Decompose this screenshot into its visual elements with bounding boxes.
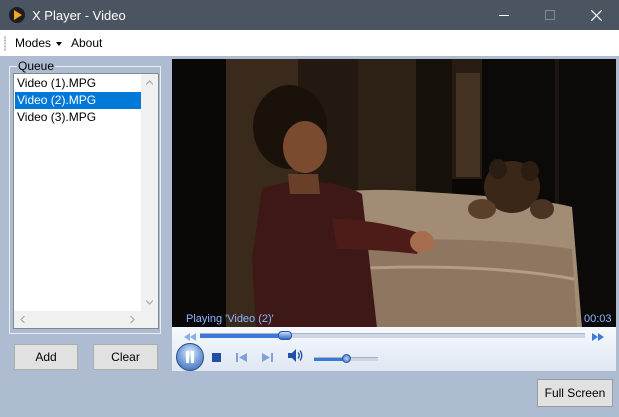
pause-icon [186, 351, 194, 363]
scroll-up-icon[interactable] [141, 74, 158, 91]
menu-about[interactable]: About [71, 36, 102, 50]
playback-status: Playing 'Video (2)' [186, 313, 274, 325]
pause-button[interactable] [176, 343, 204, 371]
close-icon [590, 9, 602, 21]
volume-handle[interactable] [341, 354, 351, 363]
seek-progress [200, 334, 285, 338]
app-play-icon [9, 7, 25, 23]
menu-modes-label: Modes [15, 36, 52, 50]
scroll-right-icon[interactable] [124, 311, 141, 328]
add-button[interactable]: Add [14, 344, 78, 370]
vertical-scrollbar[interactable] [141, 74, 158, 311]
scroll-left-icon[interactable] [14, 311, 31, 328]
menu-bar: Modes About [0, 30, 619, 56]
rewind-icon[interactable] [184, 330, 196, 344]
close-button[interactable] [573, 0, 619, 30]
video-display[interactable] [172, 59, 616, 328]
maximize-button[interactable] [527, 0, 573, 30]
menu-modes[interactable]: Modes [15, 36, 63, 50]
seek-bar[interactable] [200, 331, 585, 340]
maximize-icon [545, 10, 555, 20]
horizontal-scrollbar[interactable] [14, 311, 141, 328]
queue-item-3[interactable]: Video (3).MPG [15, 109, 143, 126]
volume-icon[interactable] [288, 349, 304, 365]
window-title: X Player - Video [32, 8, 126, 23]
fast-forward-icon[interactable] [592, 330, 604, 344]
seek-handle[interactable] [277, 331, 292, 340]
volume-slider[interactable] [314, 354, 378, 363]
minimize-icon [499, 15, 509, 16]
queue-item-1[interactable]: Video (1).MPG [15, 75, 143, 92]
full-screen-button[interactable]: Full Screen [537, 379, 613, 407]
stop-icon[interactable] [212, 351, 221, 365]
player-controls [172, 327, 616, 371]
next-icon[interactable] [262, 351, 274, 365]
previous-icon[interactable] [236, 351, 248, 365]
video-frame [172, 59, 616, 328]
elapsed-time: 00:03 [584, 313, 612, 325]
title-bar: X Player - Video [0, 0, 619, 30]
queue-list[interactable]: Video (1).MPG Video (2).MPG Video (3).MP… [13, 73, 159, 329]
queue-title: Queue [17, 59, 56, 73]
clear-button[interactable]: Clear [93, 344, 158, 370]
minimize-button[interactable] [481, 0, 527, 30]
scroll-corner [141, 311, 158, 328]
scroll-down-icon[interactable] [141, 294, 158, 311]
queue-item-2[interactable]: Video (2).MPG [15, 92, 143, 109]
client-area: Queue Video (1).MPG Video (2).MPG Video … [0, 56, 619, 417]
toolbar-grip[interactable] [4, 36, 6, 51]
chevron-down-icon [56, 41, 63, 46]
